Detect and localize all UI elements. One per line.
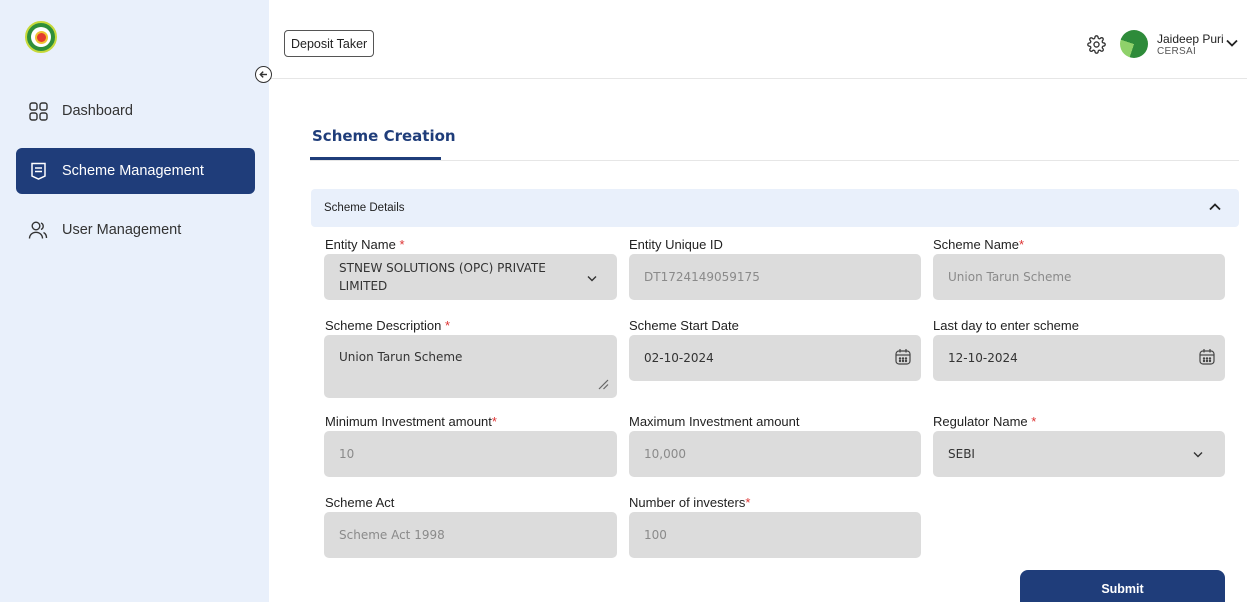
max-investment-field[interactable]: 10,000 [629,431,921,477]
chevron-down-icon [1193,452,1203,458]
section-header-scheme-details[interactable]: Scheme Details [311,189,1239,227]
entity-name-value: STNEW SOLUTIONS (OPC) PRIVATE LIMITED [339,261,546,293]
required-marker: * [745,495,751,510]
sidebar-item-scheme-management[interactable]: Scheme Management [16,148,255,194]
chevron-down-icon [587,276,597,282]
divider [310,160,1239,161]
document-list-icon [28,161,48,181]
submit-button[interactable]: Submit [1020,570,1225,602]
entity-name-label: Entity Name * [325,237,405,252]
sidebar-item-label: Scheme Management [62,163,204,179]
grid-icon [28,101,48,121]
regulator-name-value: SEBI [948,447,975,461]
entity-unique-id-label: Entity Unique ID [629,237,723,252]
arrow-left-icon [259,71,267,78]
scheme-description-value: Union Tarun Scheme [339,350,463,364]
min-investment-label: Minimum Investment amount* [325,414,497,429]
scheme-name-field[interactable]: Union Tarun Scheme [933,254,1225,300]
logo-dot [36,32,46,42]
section-title: Scheme Details [324,202,405,214]
required-marker: * [399,237,405,252]
label-text: Minimum Investment amount [325,414,492,429]
chevron-up-icon[interactable] [1208,202,1222,212]
sidebar-item-dashboard[interactable]: Dashboard [16,88,255,134]
scheme-description-textarea[interactable]: Union Tarun Scheme [324,335,617,398]
collapse-sidebar-button[interactable] [255,66,272,83]
min-investment-field[interactable]: 10 [324,431,617,477]
label-text: Number of investers [629,495,746,510]
required-marker: * [491,414,497,429]
top-header: Deposit Taker Jaideep Puri CERSAI [269,0,1247,79]
scheme-start-date-field[interactable]: 02-10-2024 [629,335,921,381]
sidebar-item-user-management[interactable]: User Management [16,207,255,253]
gear-icon[interactable] [1087,35,1106,54]
scheme-start-date-value: 02-10-2024 [644,351,714,365]
user-name: Jaideep Puri [1157,32,1224,46]
label-text: Regulator Name [933,414,1028,429]
cersai-logo[interactable] [25,21,57,53]
required-marker: * [444,318,451,333]
scheme-description-label: Scheme Description * [325,318,450,333]
entity-unique-id-field[interactable]: DT1724149059175 [629,254,921,300]
sidebar: Dashboard Scheme Management User Managem… [0,0,269,602]
entity-name-select[interactable]: STNEW SOLUTIONS (OPC) PRIVATE LIMITED [324,254,617,300]
scheme-start-date-label: Scheme Start Date [629,318,739,333]
num-investors-field[interactable]: 100 [629,512,921,558]
last-day-field[interactable]: 12-10-2024 [933,335,1225,381]
page-title[interactable]: Scheme Creation [312,127,456,145]
chevron-down-icon[interactable] [1225,38,1239,48]
label-text: Scheme Description [325,318,442,333]
avatar[interactable] [1120,30,1148,58]
last-day-label: Last day to enter scheme [933,318,1079,333]
users-icon [28,220,48,240]
sidebar-item-label: Dashboard [62,103,133,119]
required-marker: * [1031,414,1037,429]
sidebar-item-label: User Management [62,222,182,238]
regulator-name-label: Regulator Name * [933,414,1036,429]
scheme-name-label: Scheme Name* [933,237,1024,252]
resize-handle-icon[interactable] [597,378,609,390]
scheme-act-field[interactable]: Scheme Act 1998 [324,512,617,558]
scheme-act-label: Scheme Act [325,495,395,510]
max-investment-label: Maximum Investment amount [629,414,800,429]
regulator-name-select[interactable]: SEBI [933,431,1225,477]
logo-emblem [31,27,51,47]
label-text: Entity Name [325,237,396,252]
calendar-icon[interactable] [1199,348,1215,365]
num-investors-label: Number of investers* [629,495,750,510]
role-selector-button[interactable]: Deposit Taker [284,30,375,57]
label-text: Scheme Name [933,237,1019,252]
calendar-icon[interactable] [895,348,911,365]
required-marker: * [1018,237,1025,252]
user-org: CERSAI [1157,46,1197,57]
last-day-value: 12-10-2024 [948,351,1018,365]
